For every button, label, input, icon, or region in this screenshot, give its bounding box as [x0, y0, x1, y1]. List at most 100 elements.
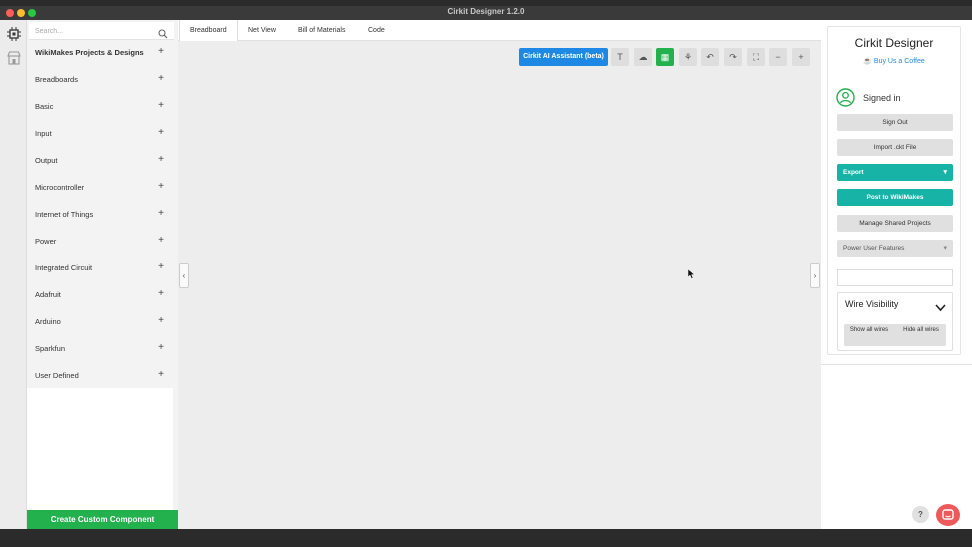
category-iot[interactable]: Internet of Things +: [35, 208, 170, 222]
category-label: Microcontroller: [35, 183, 85, 192]
cloud-upload-icon[interactable]: ☁: [634, 48, 652, 66]
create-custom-component-button[interactable]: Create Custom Component: [27, 510, 178, 529]
power-user-content-field[interactable]: [837, 269, 953, 286]
signed-in-label: Signed in: [863, 93, 901, 103]
account-card: Cirkit Designer ☕ Buy Us a Coffee Signed…: [827, 26, 961, 355]
power-user-features-dropdown[interactable]: Power User Features ▾: [837, 240, 953, 257]
buy-coffee-link[interactable]: ☕ Buy Us a Coffee: [828, 57, 960, 65]
help-button[interactable]: ?: [912, 506, 929, 523]
collapse-left-panel-button[interactable]: ‹: [179, 263, 189, 288]
tab-net-view[interactable]: Net View: [238, 20, 286, 41]
zoom-out-icon[interactable]: −: [769, 48, 787, 66]
component-library: WikiMakes Projects & Designs + Breadboar…: [27, 20, 178, 529]
expand-plus-icon[interactable]: +: [158, 181, 164, 192]
mouse-cursor-icon: [687, 266, 696, 279]
category-microcontroller[interactable]: Microcontroller +: [35, 181, 170, 195]
expand-plus-icon[interactable]: +: [158, 154, 164, 165]
right-panel: Cirkit Designer ☕ Buy Us a Coffee Signed…: [821, 20, 972, 529]
coffee-icon: ☕: [863, 58, 872, 65]
category-arduino[interactable]: Arduino +: [35, 315, 170, 329]
expand-plus-icon[interactable]: +: [158, 46, 164, 57]
hide-all-wires-button[interactable]: Hide all wires: [896, 326, 946, 334]
expand-plus-icon[interactable]: +: [158, 73, 164, 84]
category-power[interactable]: Power +: [35, 235, 170, 249]
power-user-label: Power User Features: [843, 245, 905, 252]
category-wikimakes[interactable]: WikiMakes Projects & Designs +: [35, 46, 170, 60]
category-breadboards[interactable]: Breadboards +: [35, 73, 170, 87]
category-adafruit[interactable]: Adafruit +: [35, 288, 170, 302]
buy-coffee-label: Buy Us a Coffee: [873, 58, 925, 65]
redo-icon[interactable]: ↷: [724, 48, 742, 66]
wire-visibility-title: Wire Visibility: [845, 299, 899, 309]
tab-bill-of-materials[interactable]: Bill of Materials: [288, 20, 355, 41]
icon-rail: [0, 20, 27, 529]
category-basic[interactable]: Basic +: [35, 100, 170, 114]
chat-button[interactable]: [936, 504, 960, 526]
user-icon: [836, 88, 855, 112]
app-window: Cirkit Designer 1.2.0 Search... WikiMake…: [0, 0, 972, 547]
category-user-defined[interactable]: User Defined +: [35, 369, 170, 383]
category-label: WikiMakes Projects & Designs: [35, 48, 144, 57]
main-canvas-area: Breadboard Net View Bill of Materials Co…: [178, 20, 821, 529]
expand-plus-icon[interactable]: +: [158, 288, 164, 299]
store-icon[interactable]: [6, 50, 22, 66]
category-input[interactable]: Input +: [35, 127, 170, 141]
wire-visibility-section: Wire Visibility Show all wires Hide all …: [837, 292, 953, 351]
category-label: Integrated Circuit: [35, 263, 93, 272]
expand-plus-icon[interactable]: +: [158, 127, 164, 138]
post-to-wikimakes-button[interactable]: Post to WikiMakes: [837, 189, 953, 206]
category-label: Breadboards: [35, 75, 78, 84]
manage-shared-projects-button[interactable]: Manage Shared Projects: [837, 215, 953, 232]
chevron-down-icon[interactable]: [935, 299, 946, 312]
panel-title: Cirkit Designer: [854, 36, 934, 50]
bottom-bar: [0, 529, 972, 547]
expand-plus-icon[interactable]: +: [158, 235, 164, 246]
search-icon[interactable]: [158, 26, 168, 39]
ai-assistant-button[interactable]: Cirkit AI Assistant (beta): [519, 48, 608, 66]
tab-breadboard[interactable]: Breadboard: [179, 20, 238, 41]
expand-plus-icon[interactable]: +: [158, 342, 164, 353]
category-label: Adafruit: [35, 290, 61, 299]
title-bar: Cirkit Designer 1.2.0: [0, 6, 972, 20]
category-label: Arduino: [35, 317, 61, 326]
expand-plus-icon[interactable]: +: [158, 208, 164, 219]
category-label: Power: [35, 237, 57, 246]
expand-plus-icon[interactable]: +: [158, 369, 164, 380]
panel-divider: [821, 364, 972, 365]
category-label: Output: [35, 156, 58, 165]
expand-plus-icon[interactable]: +: [158, 315, 164, 326]
import-ckt-button[interactable]: Import .ckt File: [837, 139, 953, 156]
chat-icon: [942, 509, 954, 520]
category-output[interactable]: Output +: [35, 154, 170, 168]
category-label: User Defined: [35, 371, 79, 380]
category-sparkfun[interactable]: Sparkfun +: [35, 342, 170, 356]
sign-out-button[interactable]: Sign Out: [837, 114, 953, 131]
category-label: Internet of Things: [35, 210, 94, 219]
chip-icon[interactable]: [6, 26, 22, 42]
window-title: Cirkit Designer 1.2.0: [447, 7, 525, 16]
category-label: Sparkfun: [35, 344, 66, 353]
search-bar: [29, 22, 174, 40]
search-input[interactable]: [35, 25, 153, 37]
expand-plus-icon[interactable]: +: [158, 261, 164, 272]
zoom-in-icon[interactable]: +: [792, 48, 810, 66]
grid-icon[interactable]: ▦: [656, 48, 674, 66]
caret-down-icon: ▾: [943, 245, 947, 252]
fit-screen-icon[interactable]: ⛶: [747, 48, 765, 66]
tab-code[interactable]: Code: [358, 20, 395, 41]
category-integrated-circuit[interactable]: Integrated Circuit +: [35, 261, 170, 275]
show-all-wires-button[interactable]: Show all wires: [844, 326, 894, 334]
undo-icon[interactable]: ↶: [701, 48, 719, 66]
export-label: Export: [843, 169, 864, 176]
wire-route-icon[interactable]: ⚘: [679, 48, 697, 66]
text-icon[interactable]: T: [611, 48, 629, 66]
wire-visibility-buttons: Show all wires Hide all wires: [844, 324, 946, 346]
library-empty-area: [27, 388, 173, 510]
category-label: Input: [35, 129, 52, 138]
category-label: Basic: [35, 102, 54, 111]
export-dropdown[interactable]: Export ▾: [837, 164, 953, 181]
view-tabs: Breadboard Net View Bill of Materials Co…: [178, 20, 821, 41]
caret-down-icon: ▾: [943, 169, 947, 176]
expand-plus-icon[interactable]: +: [158, 100, 164, 111]
collapse-right-panel-button[interactable]: ›: [810, 263, 820, 288]
